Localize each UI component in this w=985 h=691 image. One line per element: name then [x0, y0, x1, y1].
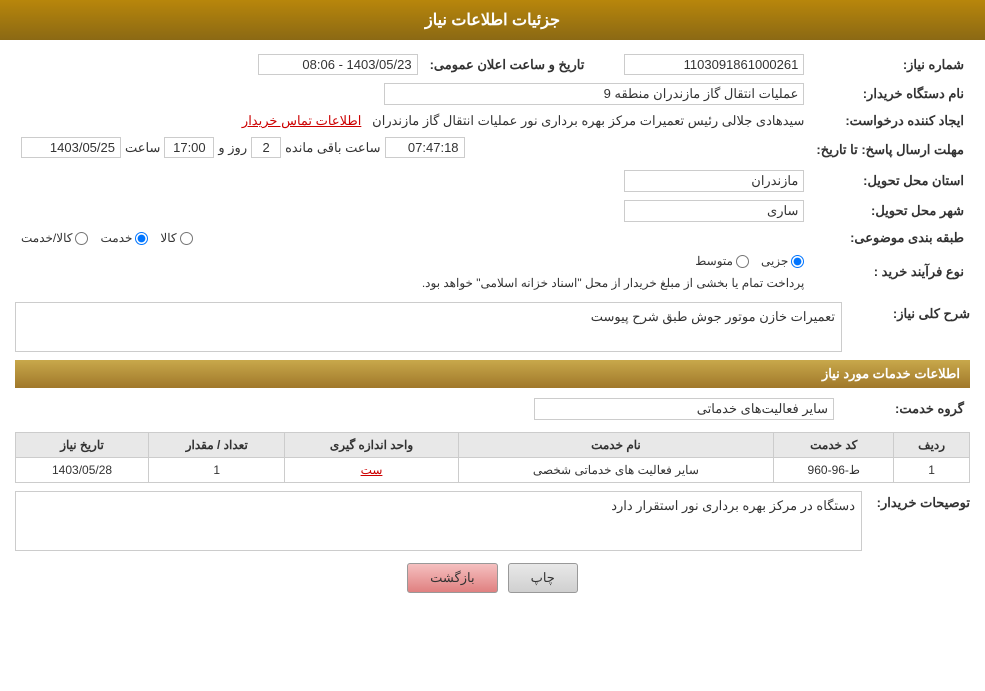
- col-header-qty: تعداد / مقدار: [149, 433, 285, 458]
- response-remaining-label: ساعت باقی مانده: [285, 140, 380, 156]
- purchase-option-1[interactable]: جزیی: [761, 254, 804, 268]
- col-header-code: کد خدمت: [774, 433, 894, 458]
- buyer-description-text: دستگاه در مرکز بهره برداری نور استقرار د…: [611, 498, 855, 513]
- purchase-option-2[interactable]: متوسط: [695, 254, 749, 268]
- response-time-value: 17:00: [164, 137, 214, 158]
- category-option-1[interactable]: کالا: [160, 231, 192, 245]
- print-button[interactable]: چاپ: [508, 563, 578, 593]
- page-header: جزئیات اطلاعات نیاز: [0, 0, 985, 40]
- back-button[interactable]: بازگشت: [407, 563, 497, 593]
- creator-value: سیدهادی جلالی رئیس تعمیرات مرکز بهره برد…: [372, 113, 804, 128]
- need-description-text: تعمیرات خازن موتور جوش طبق شرح پیوست: [591, 309, 835, 324]
- services-section-header: اطلاعات خدمات مورد نیاز: [15, 360, 970, 388]
- services-table: ردیف کد خدمت نام خدمت واحد اندازه گیری ت…: [15, 432, 970, 483]
- response-time-label: ساعت: [125, 140, 160, 156]
- creator-label: ایجاد کننده درخواست:: [810, 109, 970, 133]
- buyer-description-label: توصیحات خریدار:: [870, 491, 970, 511]
- response-days-value: 2: [251, 137, 281, 158]
- need-description-box: تعمیرات خازن موتور جوش طبق شرح پیوست: [15, 302, 842, 352]
- category-option-2[interactable]: خدمت: [100, 231, 148, 245]
- table-row: 1 ط-96-960 سایر فعالیت های خدماتی شخصی س…: [16, 458, 970, 483]
- cell-row: 1: [894, 458, 970, 483]
- cell-qty: 1: [149, 458, 285, 483]
- col-header-date: تاریخ نیاز: [16, 433, 149, 458]
- col-header-name: نام خدمت: [458, 433, 774, 458]
- response-remaining-value: 07:47:18: [385, 137, 465, 158]
- need-number-value: 1103091861000261: [624, 54, 804, 75]
- page-title: جزئیات اطلاعات نیاز: [425, 12, 560, 29]
- category-option-3[interactable]: کالا/خدمت: [21, 231, 88, 245]
- col-header-row: ردیف: [894, 433, 970, 458]
- need-description-label: شرح کلی نیاز:: [850, 302, 970, 322]
- buyer-org-label: نام دستگاه خریدار:: [810, 79, 970, 109]
- service-group-label: گروه خدمت:: [840, 394, 970, 424]
- city-label: شهر محل تحویل:: [810, 196, 970, 226]
- button-bar: چاپ بازگشت: [15, 563, 970, 593]
- cell-code: ط-96-960: [774, 458, 894, 483]
- city-value: ساری: [624, 200, 804, 222]
- cell-name: سایر فعالیت های خدماتی شخصی: [458, 458, 774, 483]
- province-label: استان محل تحویل:: [810, 166, 970, 196]
- buyer-description-box: دستگاه در مرکز بهره برداری نور استقرار د…: [15, 491, 862, 551]
- col-header-unit: واحد اندازه گیری: [285, 433, 458, 458]
- response-date-value: 1403/05/25: [21, 137, 121, 158]
- category-label: طبقه بندی موضوعی:: [810, 226, 970, 250]
- service-group-value: سایر فعالیت‌های خدماتی: [534, 398, 834, 420]
- buyer-org-value: عملیات انتقال گاز مازندران منطقه 9: [384, 83, 804, 105]
- response-deadline-label: مهلت ارسال پاسخ: تا تاریخ:: [810, 133, 970, 166]
- contact-link[interactable]: اطلاعات تماس خریدار: [242, 113, 361, 128]
- purchase-type-label: نوع فرآیند خرید :: [810, 250, 970, 294]
- need-number-label: شماره نیاز:: [810, 50, 970, 79]
- cell-unit[interactable]: ست: [285, 458, 458, 483]
- response-days-label: روز و: [218, 140, 247, 156]
- province-value: مازندران: [624, 170, 804, 192]
- purchase-note: پرداخت تمام یا بخشی از مبلغ خریدار از مح…: [422, 276, 805, 290]
- date-value: 1403/05/23 - 08:06: [258, 54, 418, 75]
- cell-date: 1403/05/28: [16, 458, 149, 483]
- date-label: تاریخ و ساعت اعلان عمومی:: [424, 50, 591, 79]
